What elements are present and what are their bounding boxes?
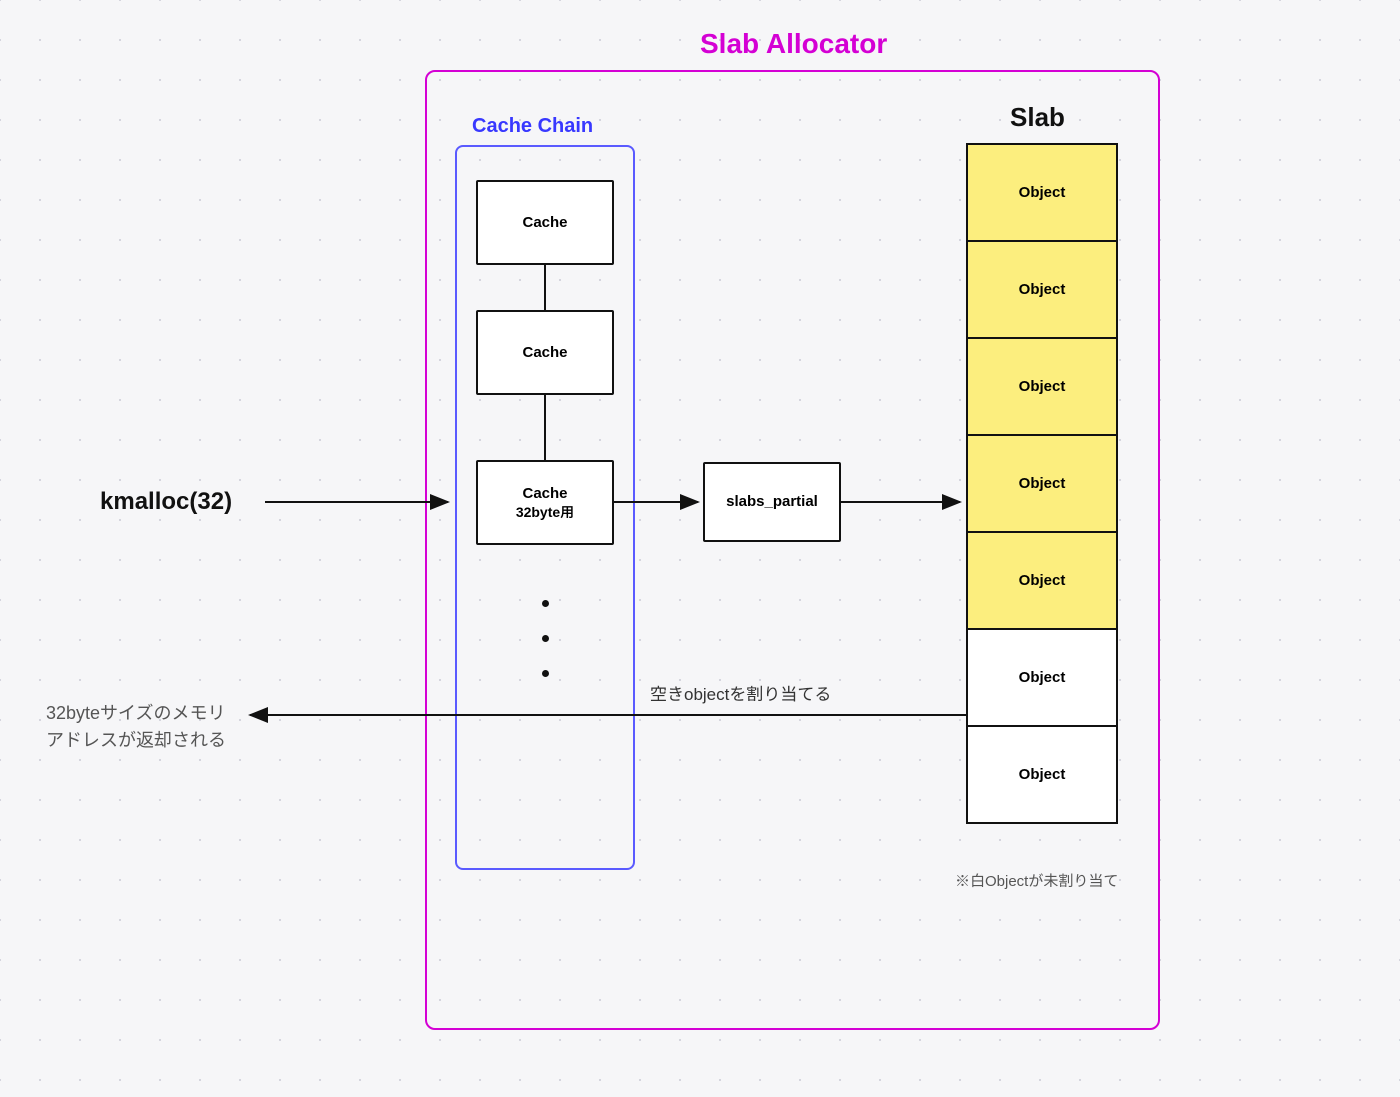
slab-object-allocated: Object (966, 434, 1118, 533)
slab-object-free: Object (966, 725, 1118, 824)
ellipsis-dot (542, 670, 549, 677)
slab-object-allocated: Object (966, 240, 1118, 339)
slab-object-free: Object (966, 628, 1118, 727)
diagram-title: Slab Allocator (700, 28, 887, 60)
kmalloc-call-label: kmalloc(32) (100, 488, 232, 516)
cache-node-1-label: Cache (522, 213, 567, 233)
cache-node-3: Cache 32byte用 (476, 460, 614, 545)
return-text-line1: 32byteサイズのメモリ (46, 700, 226, 727)
slab-stack: Object Object Object Object Object Objec… (966, 143, 1118, 824)
ellipsis-dot (542, 635, 549, 642)
slab-object-allocated: Object (966, 143, 1118, 242)
cache-node-2: Cache (476, 310, 614, 395)
slab-object-allocated: Object (966, 337, 1118, 436)
return-text: 32byteサイズのメモリ アドレスが返却される (46, 700, 226, 754)
slab-title: Slab (1010, 102, 1065, 133)
cache-node-3-label-b: 32byte用 (516, 503, 574, 521)
cache-node-1: Cache (476, 180, 614, 265)
slabs-partial-node: slabs_partial (703, 462, 841, 542)
return-text-line2: アドレスが返却される (46, 727, 226, 754)
slabs-partial-label: slabs_partial (726, 492, 818, 512)
ellipsis-dot (542, 600, 549, 607)
cache-node-2-label: Cache (522, 343, 567, 363)
assign-label: 空きobjectを割り当てる (650, 680, 831, 705)
cache-chain-title: Cache Chain (472, 115, 593, 138)
footnote: ※白Objectが未割り当て (955, 870, 1118, 891)
slab-object-allocated: Object (966, 531, 1118, 630)
cache-node-3-label-a: Cache (522, 484, 567, 504)
